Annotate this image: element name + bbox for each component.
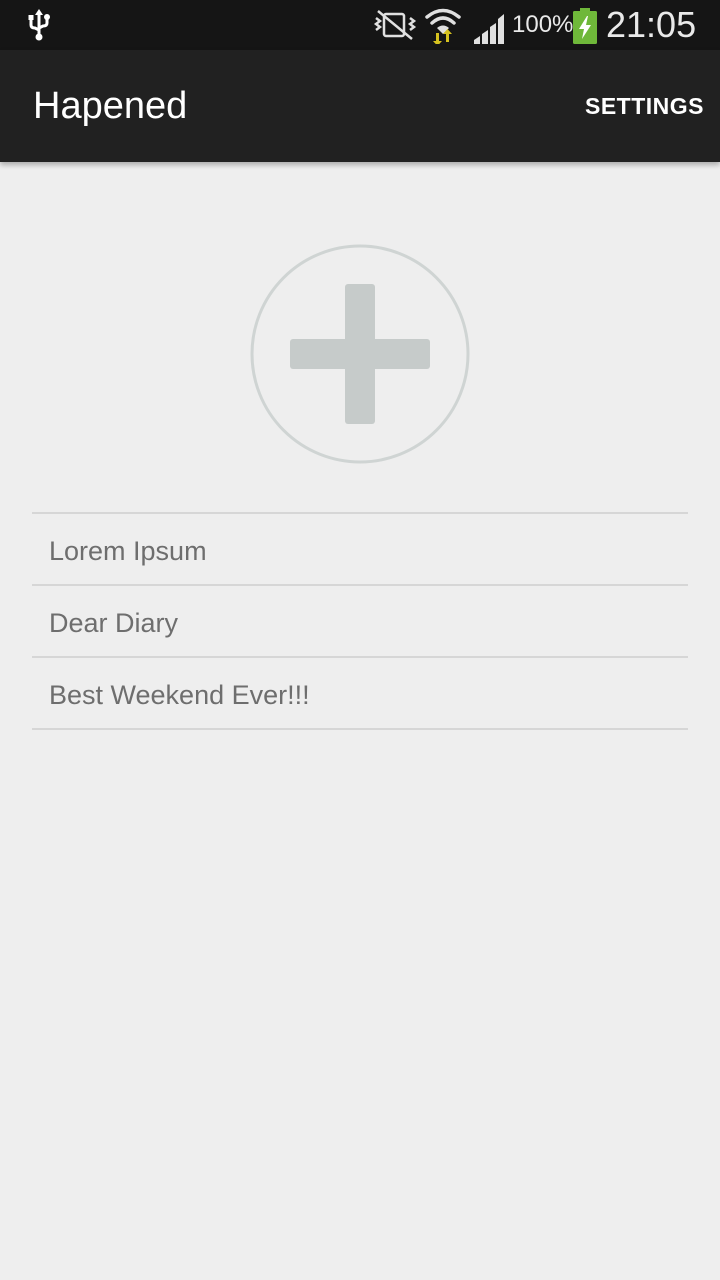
plus-icon	[250, 244, 470, 464]
list-item[interactable]: Lorem Ipsum	[32, 514, 688, 586]
clock: 21:05	[606, 4, 697, 45]
battery-charging-icon	[573, 8, 597, 44]
add-entry-button[interactable]	[249, 243, 471, 465]
action-bar: Hapened SETTINGS	[0, 50, 720, 162]
signal-icon	[474, 14, 504, 44]
list-item[interactable]: Best Weekend Ever!!!	[32, 658, 688, 730]
settings-button[interactable]: SETTINGS	[585, 90, 704, 122]
usb-icon	[28, 9, 50, 41]
wifi-icon	[425, 8, 461, 44]
list-item[interactable]: Dear Diary	[32, 586, 688, 658]
status-bar: 100% 21:05	[0, 0, 720, 50]
battery-percent: 100%	[512, 11, 574, 38]
list-item-title: Lorem Ipsum	[49, 536, 207, 566]
list-item-title: Best Weekend Ever!!!	[49, 680, 310, 710]
app-title: Hapened	[33, 85, 188, 127]
entry-list: Lorem Ipsum Dear Diary Best Weekend Ever…	[32, 512, 688, 730]
mute-icon	[373, 10, 417, 40]
list-item-title: Dear Diary	[49, 608, 179, 638]
